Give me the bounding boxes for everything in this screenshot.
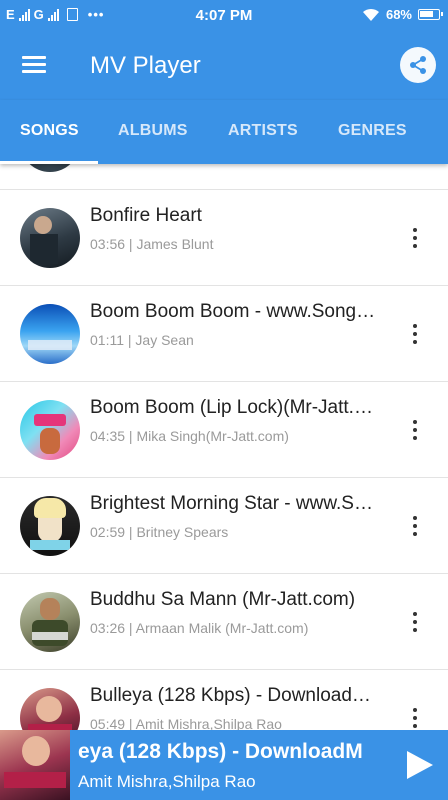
more-options-icon[interactable] [412,420,418,440]
song-title: Bulleya (128 Kbps) - Download… [90,685,371,706]
song-title: Buddhu Sa Mann (Mr-Jatt.com) [90,589,356,610]
battery-percent: 68% [385,7,412,22]
song-meta: 01:11 | Jay Sean [90,332,194,348]
album-art [20,304,80,364]
song-title: Bonfire Heart [90,205,202,226]
song-meta: 03:56 | James Blunt [90,236,214,252]
song-title: Brightest Morning Star - www.S… [90,493,373,514]
play-icon[interactable] [404,750,434,780]
song-meta: 04:35 | Mika Singh(Mr-Jatt.com) [90,428,289,444]
list-item[interactable]: Bonfire Heart 03:56 | James Blunt [0,190,448,286]
status-right: 68% [362,7,443,22]
album-art [20,688,80,730]
list-item[interactable]: Boom Boom Boom - www.Song… 01:11 | Jay S… [0,286,448,382]
song-meta: 05:49 | Amit Mishra,Shilpa Rao [90,716,282,730]
tab-indicator [0,161,98,164]
share-button[interactable] [400,47,436,83]
list-item[interactable]: Boom Boom (Lip Lock)(Mr-Jatt.… 04:35 | M… [0,382,448,478]
more-options-icon[interactable] [412,228,418,248]
app-title: MV Player [90,52,201,79]
song-meta: 02:59 | Britney Spears [90,524,229,540]
album-art [20,208,80,268]
more-options-icon[interactable] [412,516,418,536]
tab-bar: SONGS ALBUMS ARTISTS GENRES [0,100,448,164]
status-bar: E G ••• 4:07 PM 68% [0,0,448,32]
list-item[interactable]: Brightest Morning Star - www.S… 02:59 | … [0,478,448,574]
more-options-icon[interactable] [412,324,418,344]
album-art [20,400,80,460]
hamburger-menu-icon[interactable] [22,56,46,74]
now-playing-artist: Amit Mishra,Shilpa Rao [78,772,256,791]
song-meta: 03:26 | Armaan Malik (Mr-Jatt.com) [90,620,309,636]
more-options-icon[interactable] [412,708,418,728]
share-icon [410,56,426,74]
tab-genres[interactable]: GENRES [338,122,407,140]
album-art [20,592,80,652]
song-title: Boom Boom Boom - www.Song… [90,301,376,322]
more-options-icon[interactable] [412,612,418,632]
tab-artists[interactable]: ARTISTS [228,122,298,140]
album-art [20,164,80,172]
album-art [20,496,80,556]
tab-songs[interactable]: SONGS [20,122,79,140]
list-item[interactable] [0,164,448,190]
tab-albums[interactable]: ALBUMS [118,122,188,140]
list-item[interactable]: Bulleya (128 Kbps) - Download… 05:49 | A… [0,670,448,730]
now-playing-title: eya (128 Kbps) - DownloadM [78,740,363,763]
now-playing-art [0,730,70,800]
list-item[interactable]: Buddhu Sa Mann (Mr-Jatt.com) 03:26 | Arm… [0,574,448,670]
app-bar: MV Player [0,32,448,100]
song-title: Boom Boom (Lip Lock)(Mr-Jatt.… [90,397,373,418]
wifi-icon [362,8,379,21]
song-list[interactable]: Bonfire Heart 03:56 | James Blunt Boom B… [0,164,448,730]
battery-icon [418,9,443,20]
mini-player[interactable]: eya (128 Kbps) - DownloadM Amit Mishra,S… [0,730,448,800]
